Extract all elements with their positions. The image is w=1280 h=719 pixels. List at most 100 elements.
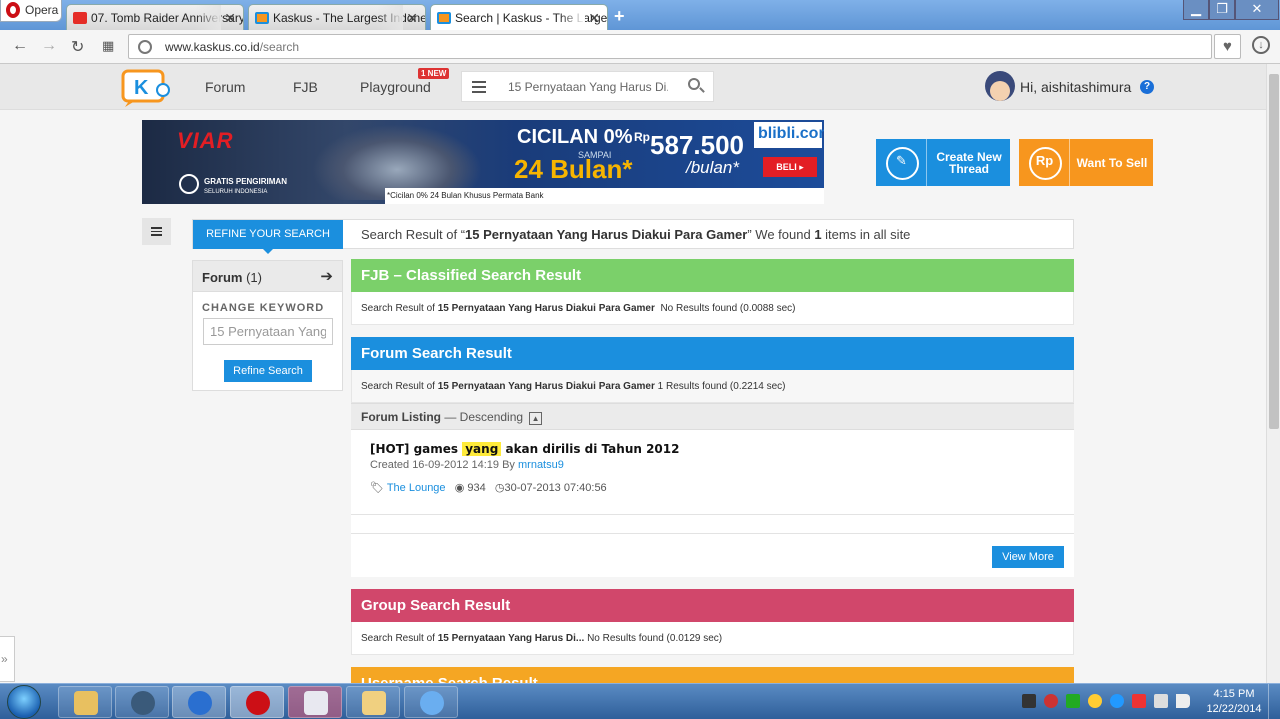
site-header: K Forum FJB Playground 1 NEW 15 Pernyata…	[0, 64, 1266, 110]
shipping-subtitle: SELURUH INDONESIA	[204, 189, 268, 195]
airplane-icon	[179, 174, 199, 194]
taskbar-explorer[interactable]	[58, 686, 112, 718]
opera-logo-icon	[6, 2, 20, 18]
tray-app-icon[interactable]	[1022, 694, 1036, 708]
create-new-thread-button[interactable]: ✎ Create New Thread	[876, 139, 1010, 186]
refine-search-button[interactable]: Refine Search	[224, 360, 312, 382]
close-tab-icon[interactable]: ✕	[588, 10, 600, 27]
nav-forum-link[interactable]: Forum	[205, 79, 245, 95]
show-desktop-button[interactable]	[1268, 684, 1280, 719]
tray-ie-icon[interactable]	[1110, 694, 1124, 708]
address-toolbar: ← → ↻ ▦ www.kaskus.co.id/search ♥ ↓	[0, 30, 1280, 64]
page-scrollbar[interactable]	[1266, 64, 1280, 683]
opera-menu-button[interactable]: Opera	[0, 0, 62, 22]
tag-icon: 🏷	[370, 482, 384, 494]
tab-kaskus-home[interactable]: Kaskus - The Largest Indonesian Communit…	[248, 4, 426, 30]
windows-taskbar: 4:15 PM 12/22/2014	[0, 683, 1280, 719]
compass-icon	[420, 691, 444, 715]
scrollbar-thumb[interactable]	[1269, 74, 1279, 429]
clock-date: 12/22/2014	[1206, 703, 1262, 715]
site-search-input[interactable]: 15 Pernyataan Yang Harus Di...	[508, 80, 668, 94]
help-icon[interactable]: ?	[1140, 80, 1154, 94]
taskbar-paint[interactable]	[346, 686, 400, 718]
banner-buy-button[interactable]: BELI ▸	[763, 157, 817, 177]
address-field[interactable]: www.kaskus.co.id/search	[128, 34, 1212, 59]
refine-sidebar: Forum (1) ➔ CHANGE KEYWORD Refine Search	[192, 260, 343, 391]
refine-your-search-tab[interactable]: REFINE YOUR SEARCH	[193, 220, 343, 254]
hamburger-icon	[151, 227, 162, 236]
view-more-button[interactable]: View More	[992, 546, 1064, 568]
youtube-icon	[73, 12, 87, 24]
opera-menu-label: Opera	[25, 3, 59, 17]
keyword-input[interactable]	[203, 318, 333, 345]
kaskus-logo[interactable]: K	[121, 68, 171, 108]
banner-headline: CICILAN 0%	[517, 126, 633, 148]
sidebar-forum-filter[interactable]: Forum (1) ➔	[193, 261, 342, 292]
close-tab-icon[interactable]: ✕	[224, 10, 236, 27]
thread-category-link[interactable]: The Lounge	[387, 482, 446, 494]
listing-label: Forum Listing	[361, 410, 441, 424]
tab-kaskus-search[interactable]: Search | Kaskus - The Largest ✕	[430, 4, 608, 30]
download-icon[interactable]: ↓	[1252, 36, 1270, 54]
menu-toggle-button[interactable]	[142, 218, 171, 245]
tray-red-icon[interactable]	[1132, 694, 1146, 708]
page-viewport: K Forum FJB Playground 1 NEW 15 Pernyata…	[0, 64, 1266, 683]
thread-created-text: Created 16-09-2012 14:19 By	[370, 459, 518, 471]
back-arrow-icon[interactable]: ←	[12, 37, 28, 55]
close-tab-icon[interactable]: ✕	[406, 10, 418, 27]
tray-flag-icon[interactable]	[1044, 694, 1058, 708]
arrow-right-icon: ➔	[320, 268, 333, 285]
thread-author-link[interactable]: mrnatsu9	[518, 459, 564, 471]
thread-title-link[interactable]: [HOT] games yang akan dirilis di Tahun 2…	[370, 442, 679, 456]
refine-header: REFINE YOUR SEARCH Search Result of “15 …	[192, 219, 1074, 254]
ad-banner[interactable]: VIAR CICILAN 0% Rp587.500 SAMPAI 24 Bula…	[142, 120, 824, 204]
user-avatar[interactable]	[985, 71, 1015, 101]
taskbar-gear-app[interactable]	[115, 686, 169, 718]
forum-listing-bar: Forum Listing — Descending ▲	[351, 403, 1074, 430]
username-section-title: Username Search Result	[351, 667, 1074, 683]
windows-start-icon[interactable]	[7, 685, 41, 719]
taskbar-safari[interactable]	[404, 686, 458, 718]
search-menu-icon[interactable]	[472, 81, 486, 93]
change-keyword-label: CHANGE KEYWORD	[202, 302, 325, 314]
result-status: 1 Results found (0.2214 sec)	[657, 381, 786, 392]
fjb-section-title: FJB – Classified Search Result	[351, 259, 1074, 292]
new-tab-plus-icon[interactable]: +	[614, 6, 625, 27]
taskbar-clock[interactable]: 4:15 PM 12/22/2014	[1205, 687, 1263, 717]
summary-mid: ” We found	[747, 227, 815, 242]
nav-playground-link[interactable]: Playground	[360, 79, 431, 95]
shipping-title: GRATIS PENGIRIMAN	[204, 177, 287, 186]
sidebar-expand-handle[interactable]: »	[0, 636, 15, 682]
tab-fade	[559, 5, 585, 30]
taskbar-snipping-tool[interactable]	[288, 686, 342, 718]
tray-yellow-icon[interactable]	[1088, 694, 1102, 708]
rupiah-icon: Rp	[1019, 139, 1070, 186]
want-to-sell-button[interactable]: Rp Want To Sell	[1019, 139, 1153, 186]
speed-dial-grid-icon[interactable]: ▦	[102, 38, 114, 54]
tab-title: 07. Tomb Raider Anniversary	[91, 11, 244, 25]
nav-fjb-link[interactable]: FJB	[293, 79, 318, 95]
user-greeting[interactable]: Hi, aishitashimura	[1020, 79, 1131, 95]
forward-arrow-icon[interactable]: →	[41, 37, 57, 55]
tab-tomb-raider[interactable]: 07. Tomb Raider Anniversary ✕	[66, 4, 244, 30]
site-search-box[interactable]: 15 Pernyataan Yang Harus Di...	[461, 71, 714, 102]
taskbar-3g-app[interactable]	[172, 686, 226, 718]
reload-icon[interactable]: ↻	[71, 37, 84, 57]
sort-toggle-icon[interactable]: ▲	[529, 412, 543, 425]
banner-footnote: *Cicilan 0% 24 Bulan Khusus Permata Bank	[385, 188, 824, 204]
taskbar-opera[interactable]	[230, 686, 284, 718]
minimize-window-button[interactable]: ▁	[1183, 0, 1209, 20]
system-tray	[1018, 690, 1198, 714]
heart-bookmark-icon[interactable]: ♥	[1214, 34, 1241, 59]
result-prefix: Search Result of	[361, 381, 438, 392]
blibli-logo: blibli.com	[754, 122, 824, 148]
close-window-button[interactable]: ✕	[1235, 0, 1279, 20]
forum-result-line: Search Result of 15 Pernyataan Yang Haru…	[351, 370, 1074, 403]
network-icon[interactable]	[1154, 694, 1168, 708]
tray-green-icon[interactable]	[1066, 694, 1080, 708]
banner-duration: 24 Bulan*	[514, 154, 633, 184]
listing-order: — Descending	[444, 410, 524, 424]
volume-icon[interactable]	[1176, 694, 1190, 708]
maximize-window-button[interactable]: ❐	[1209, 0, 1235, 20]
search-icon[interactable]	[688, 78, 700, 90]
